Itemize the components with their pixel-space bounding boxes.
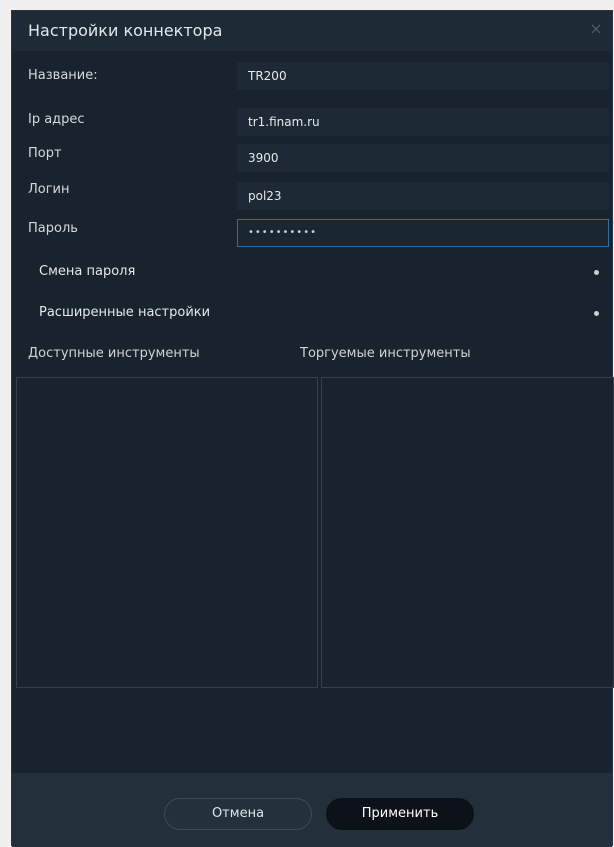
available-instruments-label: Доступные инструменты	[28, 346, 200, 361]
dialog-title: Настройки коннектора	[28, 21, 223, 40]
dialog-footer: Отмена Применить	[12, 773, 612, 847]
name-field[interactable]: TR200	[237, 62, 609, 90]
advanced-settings-section[interactable]: Расширенные настройки	[27, 295, 609, 331]
name-label: Название:	[28, 68, 98, 83]
dot-icon	[594, 311, 599, 316]
traded-instruments-label: Торгуемые инструменты	[300, 346, 471, 361]
apply-button[interactable]: Применить	[326, 798, 474, 830]
port-label: Порт	[28, 146, 62, 161]
dot-icon	[594, 270, 599, 275]
ip-label: Ip адрес	[28, 112, 85, 127]
close-icon[interactable]: ×	[586, 19, 606, 39]
connector-settings-dialog: Настройки коннектора × Название: TR200 I…	[11, 10, 614, 847]
password-field[interactable]: ••••••••••	[237, 219, 609, 247]
cancel-button[interactable]: Отмена	[164, 798, 312, 830]
traded-instruments-list[interactable]	[321, 377, 614, 688]
login-label: Логин	[28, 182, 70, 197]
change-password-label: Смена пароля	[39, 264, 136, 279]
password-label: Пароль	[28, 221, 78, 236]
ip-field[interactable]: tr1.finam.ru	[237, 108, 609, 136]
port-field[interactable]: 3900	[237, 144, 609, 172]
login-field[interactable]: pol23	[237, 182, 609, 210]
title-bar: Настройки коннектора ×	[12, 11, 612, 51]
available-instruments-list[interactable]	[16, 377, 318, 688]
advanced-settings-label: Расширенные настройки	[39, 305, 211, 320]
change-password-section[interactable]: Смена пароля	[27, 254, 609, 290]
